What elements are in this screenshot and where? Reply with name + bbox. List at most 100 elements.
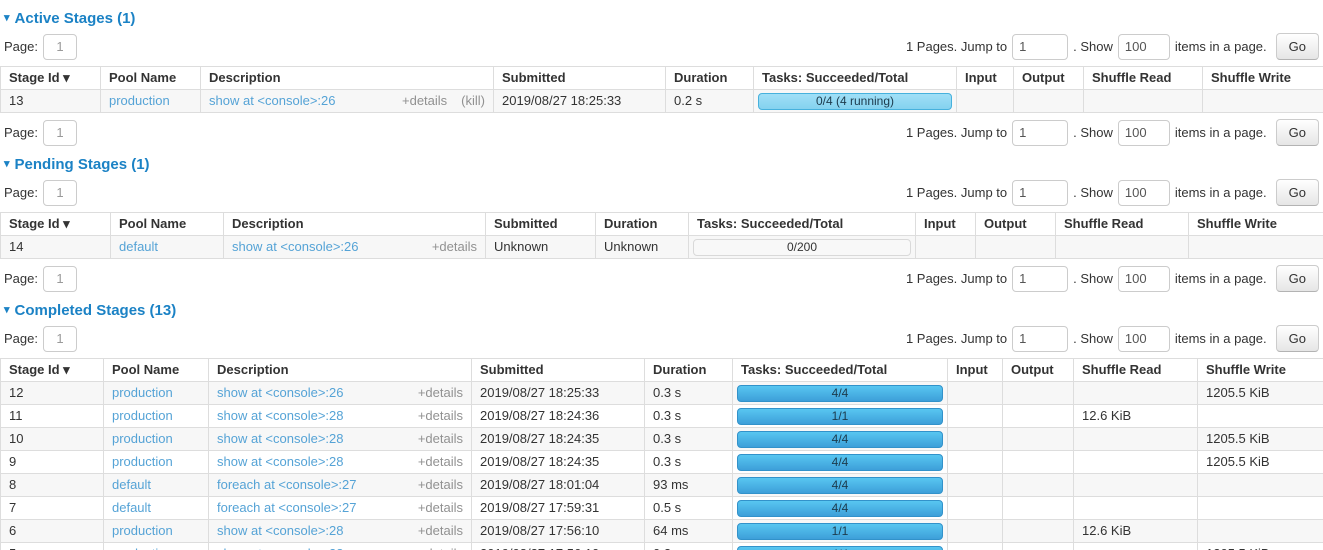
pool-name-link[interactable]: production <box>112 408 173 423</box>
kill-link[interactable]: (kill) <box>461 93 485 109</box>
column-header[interactable]: Shuffle Read <box>1056 213 1189 236</box>
details-toggle[interactable]: +details <box>418 500 463 516</box>
stage-description-link[interactable]: foreach at <console>:27 <box>217 477 357 493</box>
column-header[interactable]: Tasks: Succeeded/Total <box>754 67 957 90</box>
column-header[interactable]: Pool Name <box>104 359 209 382</box>
shuffle-write-cell: 1205.5 KiB <box>1198 451 1323 474</box>
page-number-input[interactable] <box>43 266 77 292</box>
column-header[interactable]: Shuffle Write <box>1189 213 1323 236</box>
column-header[interactable]: Output <box>976 213 1056 236</box>
page-number-input[interactable] <box>43 180 77 206</box>
items-per-page-input[interactable] <box>1118 266 1170 292</box>
column-header[interactable]: Stage Id ▾ <box>1 359 104 382</box>
column-header[interactable]: Pool Name <box>101 67 201 90</box>
pool-name-link[interactable]: default <box>119 239 158 254</box>
stage-row: 8defaultforeach at <console>:27+details2… <box>1 474 1323 497</box>
page-number-input[interactable] <box>43 34 77 60</box>
column-header[interactable]: Input <box>916 213 976 236</box>
show-label: . Show <box>1073 185 1113 200</box>
column-header[interactable]: Input <box>957 67 1014 90</box>
stage-description-link[interactable]: show at <console>:28 <box>217 523 343 539</box>
column-header[interactable]: Stage Id ▾ <box>1 213 111 236</box>
tasks-progress-label: 0/200 <box>787 239 817 255</box>
stage-description-link[interactable]: show at <console>:28 <box>217 408 343 424</box>
shuffle-read-cell: 12.6 KiB <box>1074 520 1198 543</box>
items-per-page-input[interactable] <box>1118 180 1170 206</box>
stage-row: 7defaultforeach at <console>:27+details2… <box>1 497 1323 520</box>
tasks-progress-label: 4/4 <box>832 546 849 550</box>
go-button[interactable]: Go <box>1276 119 1319 146</box>
jump-to-page-input[interactable] <box>1012 34 1068 60</box>
column-header[interactable]: Tasks: Succeeded/Total <box>733 359 948 382</box>
column-header[interactable]: Duration <box>596 213 689 236</box>
items-per-page-input[interactable] <box>1118 326 1170 352</box>
duration-cell: Unknown <box>596 236 689 259</box>
column-header[interactable]: Shuffle Read <box>1074 359 1198 382</box>
column-header[interactable]: Output <box>1003 359 1074 382</box>
jump-to-page-input[interactable] <box>1012 120 1068 146</box>
go-button[interactable]: Go <box>1276 179 1319 206</box>
column-header[interactable]: Tasks: Succeeded/Total <box>689 213 916 236</box>
jump-to-page-input[interactable] <box>1012 180 1068 206</box>
details-toggle[interactable]: +details <box>418 546 463 550</box>
column-header[interactable]: Shuffle Write <box>1198 359 1323 382</box>
shuffle-write-cell <box>1203 90 1323 113</box>
column-header[interactable]: Shuffle Read <box>1084 67 1203 90</box>
active-stages-header[interactable]: ▾ Active Stages (1) <box>4 10 1319 27</box>
details-toggle[interactable]: +details <box>402 93 447 109</box>
submitted-cell: 2019/08/27 17:56:10 <box>472 520 645 543</box>
column-header[interactable]: Stage Id ▾ <box>1 67 101 90</box>
details-toggle[interactable]: +details <box>432 239 477 255</box>
column-header[interactable]: Submitted <box>494 67 666 90</box>
items-per-page-input[interactable] <box>1118 34 1170 60</box>
column-header[interactable]: Pool Name <box>111 213 224 236</box>
column-header[interactable]: Input <box>948 359 1003 382</box>
stage-description-link[interactable]: foreach at <console>:27 <box>217 500 357 516</box>
column-header[interactable]: Description <box>224 213 486 236</box>
description-wrap: show at <console>:28 +details <box>217 408 463 424</box>
jump-to-page-input[interactable] <box>1012 326 1068 352</box>
items-per-page-input[interactable] <box>1118 120 1170 146</box>
go-button[interactable]: Go <box>1276 325 1319 352</box>
column-header[interactable]: Output <box>1014 67 1084 90</box>
shuffle-read-cell <box>1084 90 1203 113</box>
page-number-input[interactable] <box>43 120 77 146</box>
stage-description-link[interactable]: show at <console>:28 <box>217 431 343 447</box>
pool-name-link[interactable]: production <box>112 454 173 469</box>
stage-description-link[interactable]: show at <console>:28 <box>217 546 343 550</box>
stage-description-link[interactable]: show at <console>:26 <box>232 239 358 255</box>
stage-description-link[interactable]: show at <console>:26 <box>209 93 335 109</box>
go-button[interactable]: Go <box>1276 33 1319 60</box>
section-title-text: Completed Stages (13) <box>15 302 177 319</box>
details-toggle[interactable]: +details <box>418 408 463 424</box>
collapse-arrow-icon: ▾ <box>4 305 10 316</box>
column-header[interactable]: Submitted <box>486 213 596 236</box>
jump-to-page-input[interactable] <box>1012 266 1068 292</box>
pool-name-link[interactable]: production <box>112 431 173 446</box>
column-header[interactable]: Description <box>209 359 472 382</box>
page-number-input[interactable] <box>43 326 77 352</box>
column-header[interactable]: Duration <box>666 67 754 90</box>
stage-description-link[interactable]: show at <console>:28 <box>217 454 343 470</box>
details-toggle[interactable]: +details <box>418 523 463 539</box>
pool-name-link[interactable]: production <box>112 385 173 400</box>
pending-stages-header[interactable]: ▾ Pending Stages (1) <box>4 156 1319 173</box>
pool-name-link[interactable]: production <box>112 523 173 538</box>
pool-name-link[interactable]: production <box>109 93 170 108</box>
completed-stages-header[interactable]: ▾ Completed Stages (13) <box>4 302 1319 319</box>
column-header[interactable]: Submitted <box>472 359 645 382</box>
stage-id-cell: 8 <box>1 474 104 497</box>
details-toggle[interactable]: +details <box>418 454 463 470</box>
stage-id-cell: 9 <box>1 451 104 474</box>
column-header[interactable]: Description <box>201 67 494 90</box>
pool-name-link[interactable]: default <box>112 477 151 492</box>
column-header[interactable]: Shuffle Write <box>1203 67 1323 90</box>
stage-description-link[interactable]: show at <console>:26 <box>217 385 343 401</box>
details-toggle[interactable]: +details <box>418 431 463 447</box>
column-header[interactable]: Duration <box>645 359 733 382</box>
details-toggle[interactable]: +details <box>418 477 463 493</box>
go-button[interactable]: Go <box>1276 265 1319 292</box>
pool-name-link[interactable]: production <box>112 546 173 550</box>
details-toggle[interactable]: +details <box>418 385 463 401</box>
pool-name-link[interactable]: default <box>112 500 151 515</box>
